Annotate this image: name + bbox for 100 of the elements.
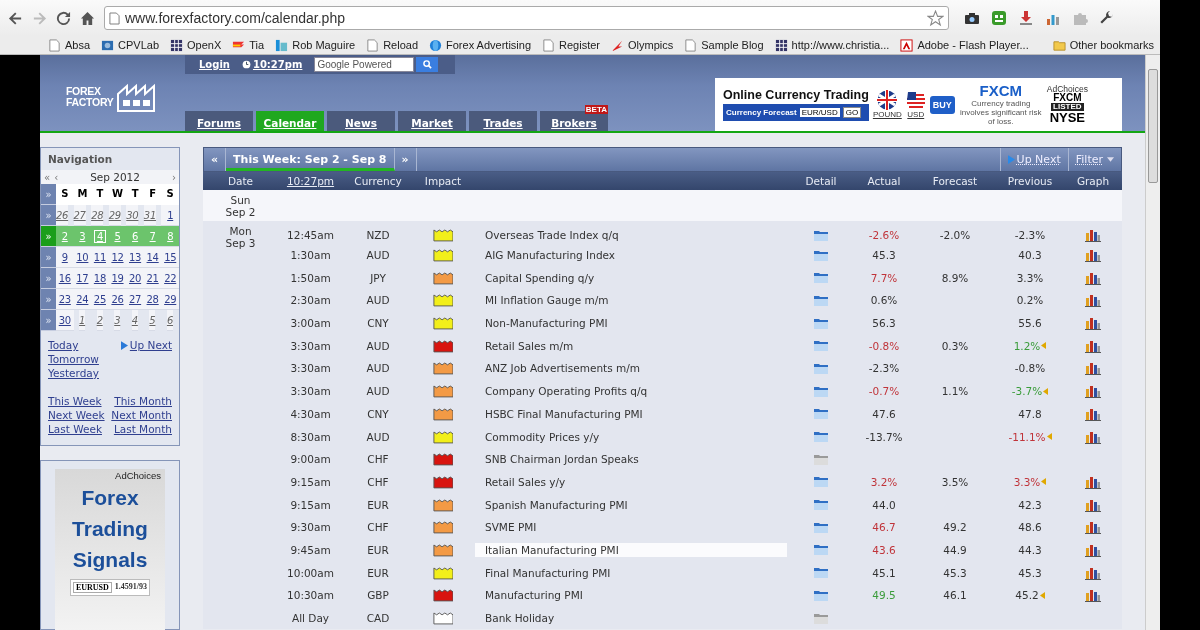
bookmark[interactable]: Rob Maguire [275, 38, 356, 52]
impact-icon[interactable] [433, 228, 453, 242]
bookmark[interactable]: Absa [48, 38, 91, 52]
calendar-day[interactable]: 16 [56, 268, 74, 289]
bar-chart-icon[interactable] [1085, 338, 1101, 353]
folder-icon[interactable] [813, 248, 829, 262]
event-cell[interactable]: Bank Holiday [475, 611, 565, 626]
bookmark-label[interactable]: CPVLab [118, 39, 160, 51]
download-icon[interactable] [1018, 10, 1034, 26]
event-cell[interactable]: AIG Manufacturing Index [475, 248, 626, 263]
bookmark-label[interactable]: Reload [383, 39, 419, 51]
bookmark[interactable]: CPVLab [101, 38, 160, 52]
impact-icon[interactable] [433, 588, 453, 603]
event-cell[interactable]: Spanish Manufacturing PMI [475, 497, 638, 512]
bar-chart-icon[interactable] [1085, 497, 1101, 512]
ad-card[interactable]: AdChoices Forex Trading Signals EURUSD 1.4591/93 [55, 469, 165, 630]
calendar-day[interactable]: 20 [126, 268, 144, 289]
calendar-day[interactable]: 23 [56, 289, 74, 310]
bookmark-label[interactable]: http://www.christia... [791, 39, 890, 51]
bookmark[interactable]: Sample Blog [684, 38, 764, 52]
folder-icon[interactable] [813, 611, 829, 625]
calendar-day[interactable]: 5 [149, 310, 156, 331]
folder-icon[interactable] [813, 452, 829, 466]
event-cell[interactable]: Company Operating Profits q/q [475, 384, 658, 399]
bookmark[interactable]: Olympics [611, 38, 674, 52]
bar-chart-icon[interactable] [1085, 293, 1101, 308]
folder-icon[interactable] [813, 498, 829, 512]
calendar-day[interactable]: 9 [56, 247, 74, 268]
event-cell[interactable]: HSBC Final Manufacturing PMI [475, 406, 653, 421]
reload-icon[interactable] [56, 10, 71, 26]
calendar-day[interactable]: 25 [91, 289, 109, 310]
nav-link[interactable]: Last Month [113, 423, 172, 435]
folder-icon[interactable] [813, 407, 829, 421]
login-link[interactable]: Login [199, 59, 230, 70]
address-bar[interactable]: www.forexfactory.com/calendar.php [104, 6, 949, 30]
event-cell[interactable]: SVME PMI [475, 520, 547, 535]
folder-icon[interactable] [813, 361, 829, 375]
event-cell[interactable]: Commodity Prices y/y [475, 429, 610, 444]
nav-link[interactable]: Up Next [120, 339, 172, 351]
bar-chart-icon[interactable] [1085, 588, 1101, 603]
calendar-day[interactable]: 15 [161, 247, 179, 268]
pair-select[interactable]: EURUSD [72, 582, 112, 593]
buy-button[interactable]: BUY [929, 95, 955, 114]
folder-icon[interactable] [813, 520, 829, 534]
bookmark[interactable]: Adobe - Flash Player... [900, 38, 1029, 52]
calendar-day[interactable]: 26 [56, 205, 69, 226]
bookmark-label[interactable]: Olympics [628, 39, 674, 51]
folder-icon[interactable] [813, 228, 829, 242]
event-cell[interactable]: SNB Chairman Jordan Speaks [475, 452, 649, 467]
bar-chart-icon[interactable] [1085, 228, 1101, 242]
impact-icon[interactable] [433, 565, 453, 580]
event-cell[interactable]: Non-Manufacturing PMI [475, 316, 618, 331]
nav-link[interactable]: Tomorrow [48, 353, 99, 365]
bookmark-label[interactable]: Rob Maguire [292, 39, 356, 51]
extension-icon[interactable] [991, 10, 1007, 26]
event-cell[interactable]: MI Inflation Gauge m/m [475, 293, 619, 308]
calendar-day[interactable]: 11 [91, 247, 109, 268]
impact-icon[interactable] [433, 429, 453, 444]
folder-icon[interactable] [813, 588, 829, 602]
bookmark-label[interactable]: Forex Advertising [446, 39, 531, 51]
other-bookmarks[interactable]: Other bookmarks [1052, 38, 1154, 52]
nav-link[interactable]: Next Month [111, 409, 172, 421]
time-link[interactable]: 10:27pm [241, 59, 303, 70]
folder-icon[interactable] [813, 566, 829, 580]
bookmark-label[interactable]: Register [559, 39, 600, 51]
previous-year-link[interactable]: « [44, 171, 51, 183]
camera-icon[interactable] [964, 10, 980, 26]
next-month-link[interactable]: › [172, 171, 176, 183]
previous-week-button[interactable]: « [204, 148, 227, 171]
calendar-day[interactable]: 18 [91, 268, 109, 289]
bar-chart-icon[interactable] [1085, 248, 1101, 263]
next-week-button[interactable]: » [394, 148, 417, 171]
folder-icon[interactable] [813, 543, 829, 557]
event-cell[interactable]: ANZ Job Advertisements m/m [475, 361, 650, 376]
bar-chart-icon[interactable] [1085, 565, 1101, 580]
impact-icon[interactable] [433, 293, 453, 308]
nav-link[interactable]: This Week [48, 395, 102, 407]
bookmark[interactable]: Register [542, 38, 600, 52]
bookmark-label[interactable]: Tia [249, 39, 265, 51]
folder-icon[interactable] [813, 475, 829, 489]
impact-icon[interactable] [433, 338, 453, 353]
folder-icon[interactable] [813, 271, 829, 285]
calendar-day[interactable]: 31 [143, 205, 156, 226]
impact-icon[interactable] [433, 384, 453, 399]
folder-icon[interactable] [813, 316, 829, 330]
calendar-day[interactable]: 22 [161, 268, 179, 289]
calendar-day[interactable]: 27 [73, 205, 86, 226]
bookmark[interactable]: Reload [366, 38, 419, 52]
impact-icon[interactable] [433, 611, 453, 626]
folder-icon[interactable] [813, 339, 829, 353]
calendar-day[interactable]: 28 [91, 205, 104, 226]
bar-chart-icon[interactable] [1085, 520, 1101, 535]
event-cell[interactable]: Italian Manufacturing PMI [475, 542, 787, 557]
impact-icon[interactable] [433, 520, 453, 535]
search-button[interactable] [416, 57, 439, 72]
calendar-day[interactable]: 6 [166, 310, 173, 331]
bookmark[interactable]: OpenX [170, 38, 222, 52]
calendar-day[interactable]: 1 [79, 310, 86, 331]
calendar-day[interactable]: 30 [56, 310, 74, 331]
scrollbar-thumb[interactable] [1148, 69, 1158, 183]
